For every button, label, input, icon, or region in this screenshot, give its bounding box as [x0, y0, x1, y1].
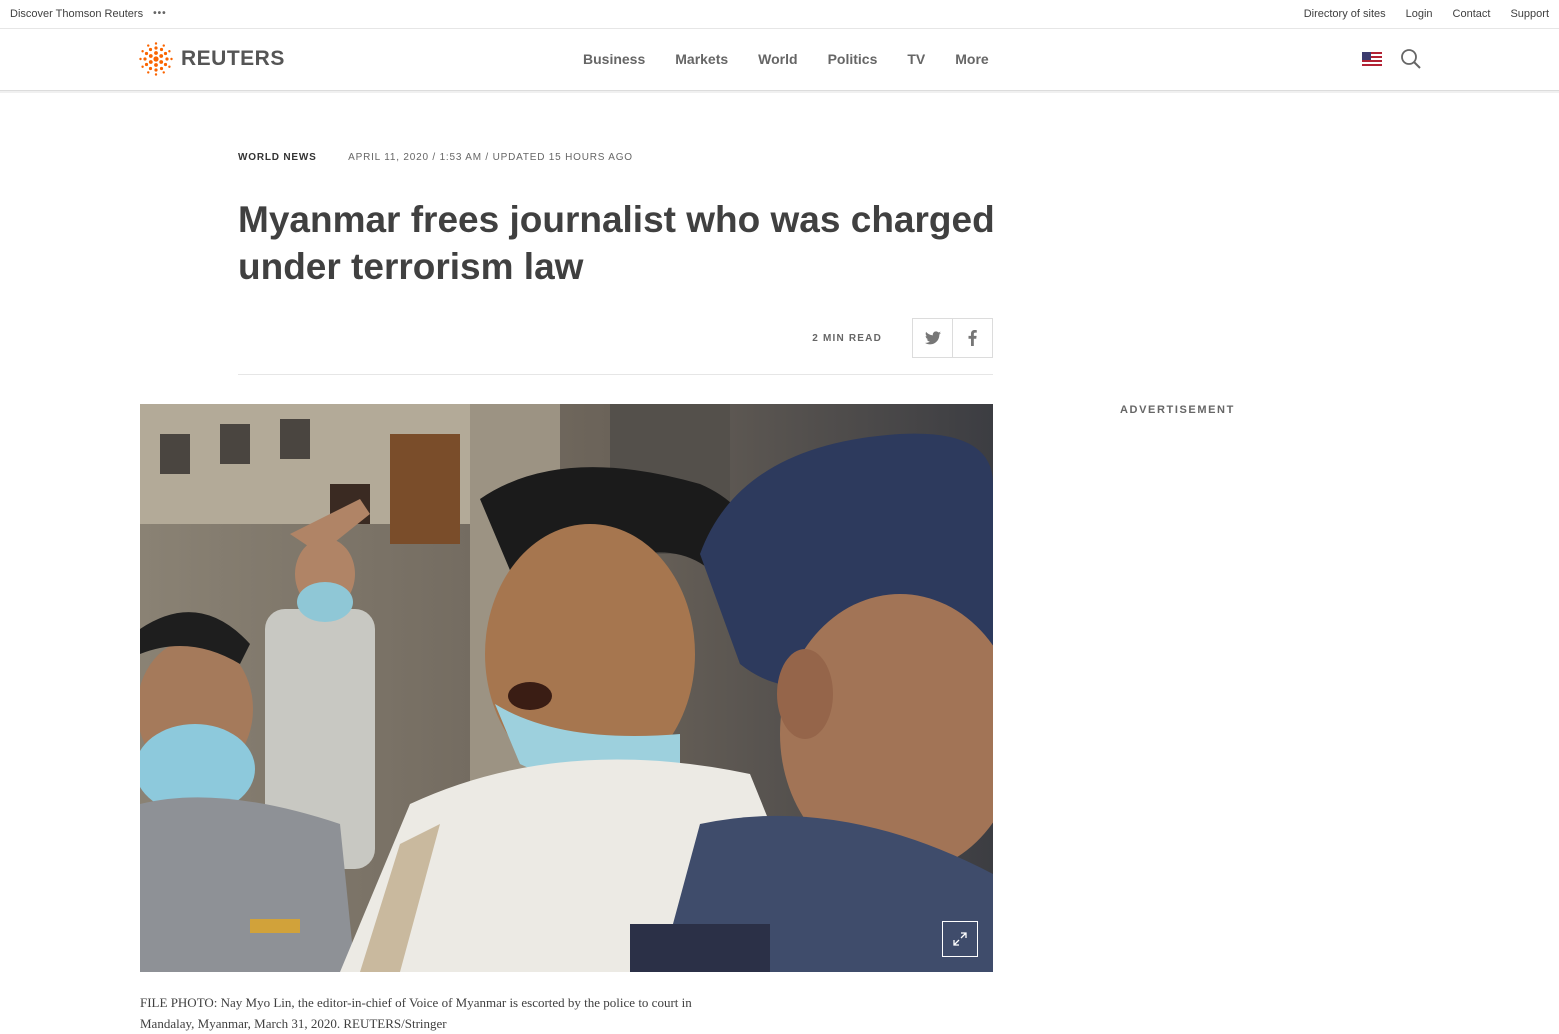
article-timestamp: April 11, 2020 / 1:53 AM / Updated 15 ho…: [348, 152, 633, 163]
photo-image: [140, 404, 993, 972]
nav-tv[interactable]: TV: [907, 51, 925, 67]
share-buttons: [912, 318, 993, 358]
read-time: 2 Min Read: [812, 333, 882, 344]
main-nav: Business Markets World Politics TV More: [583, 51, 1019, 67]
twitter-share-button[interactable]: [912, 318, 953, 358]
search-icon[interactable]: [1400, 48, 1422, 70]
expand-photo-button[interactable]: [942, 921, 978, 957]
photo-caption: FILE PHOTO: Nay Myo Lin, the editor-in-c…: [140, 995, 692, 1031]
advertisement-label: Advertisement: [1120, 404, 1235, 416]
article-toolbar: 2 Min Read: [238, 318, 993, 375]
twitter-icon: [924, 331, 941, 345]
discover-thomson-reuters-link[interactable]: Discover Thomson Reuters: [10, 8, 143, 20]
facebook-icon: [968, 330, 977, 346]
nav-more[interactable]: More: [955, 51, 988, 67]
article-headline: Myanmar frees journalist who was charged…: [238, 199, 995, 287]
nav-world[interactable]: World: [758, 51, 797, 67]
utility-bar: Discover Thomson Reuters ••• Directory o…: [0, 0, 1559, 29]
section-label[interactable]: World News: [238, 152, 317, 163]
contact-link[interactable]: Contact: [1453, 8, 1491, 20]
more-dots-icon[interactable]: •••: [153, 9, 167, 19]
article-meta: World News April 11, 2020 / 1:53 AM / Up…: [238, 152, 633, 163]
site-header: REUTERS Business Markets World Politics …: [0, 29, 1559, 91]
logo-wordmark: REUTERS: [181, 47, 285, 70]
reuters-dots-logo-icon: [139, 42, 173, 76]
directory-of-sites-link[interactable]: Directory of sites: [1304, 8, 1386, 20]
reuters-logo[interactable]: REUTERS: [139, 42, 285, 76]
facebook-share-button[interactable]: [953, 318, 993, 358]
expand-icon: [953, 932, 967, 946]
nav-business[interactable]: Business: [583, 51, 645, 67]
us-flag-icon[interactable]: [1362, 52, 1382, 66]
login-link[interactable]: Login: [1406, 8, 1433, 20]
nav-politics[interactable]: Politics: [828, 51, 878, 67]
article-photo[interactable]: [140, 404, 993, 972]
nav-markets[interactable]: Markets: [675, 51, 728, 67]
support-link[interactable]: Support: [1510, 8, 1549, 20]
